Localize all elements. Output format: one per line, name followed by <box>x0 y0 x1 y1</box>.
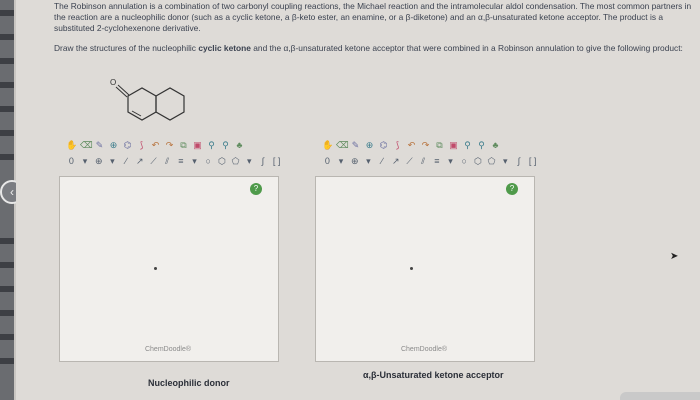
editor-toolbar-bottom: 0 ▾ ⊕ ▾ ∕ ↗ ⟋ ⫽ ≡ ▾ ○ ⬡ ⬠ ▾ ∫ [ ] <box>56 154 282 168</box>
lasso-icon[interactable]: ⟆ <box>392 140 403 151</box>
bracket-icon[interactable]: [ ] <box>527 156 538 167</box>
ring-3-icon[interactable]: ○ <box>459 156 470 167</box>
editor-toolbar-bottom: 0 ▾ ⊕ ▾ ∕ ↗ ⟋ ⫽ ≡ ▾ ○ ⬡ ⬠ ▾ ∫ [ ] <box>312 154 538 168</box>
bond-menu-icon[interactable]: ▾ <box>189 156 200 167</box>
zoom-icon[interactable]: ⚲ <box>206 140 217 151</box>
canvas-center-dot <box>154 267 157 270</box>
bond-menu-icon[interactable]: ▾ <box>445 156 456 167</box>
chemdoodle-editor-donor: ✋ ⌫ ✎ ⊕ ⌬ ⟆ ↶ ↷ ⧉ ▣ ⚲ ⚲ ♣ 0 ▾ ⊕ ▾ ∕ ↗ ⟋ … <box>56 134 282 366</box>
charge-menu-icon[interactable]: ▾ <box>363 156 374 167</box>
ring-5-icon[interactable]: ⬠ <box>230 156 241 167</box>
instruction-text-end: and the α,β-unsaturated ketone acceptor … <box>250 43 683 53</box>
question-page: The Robinson annulation is a combination… <box>16 0 700 400</box>
copy-icon[interactable]: ⧉ <box>178 140 189 151</box>
eraser-icon[interactable]: ⌫ <box>336 140 349 151</box>
ring-6-icon[interactable]: ⬡ <box>473 156 484 167</box>
zoom-in-icon[interactable]: ⊕ <box>108 140 119 151</box>
sidebar-tick[interactable] <box>0 238 14 244</box>
lasso-icon[interactable]: ⟆ <box>136 140 147 151</box>
sidebar-tick[interactable] <box>0 358 14 364</box>
clean-icon[interactable]: ♣ <box>490 140 501 151</box>
sidebar-tick[interactable] <box>0 310 14 316</box>
sidebar-tick[interactable] <box>0 334 14 340</box>
sidebar-tick[interactable] <box>0 130 14 136</box>
drawing-canvas[interactable]: ? ChemDoodle® <box>59 176 279 362</box>
instruction-text-start: Draw the structures of the nucleophilic <box>54 43 199 53</box>
charge-menu-icon[interactable]: ▾ <box>107 156 118 167</box>
zoom-icon[interactable]: ⚲ <box>462 140 473 151</box>
chemdoodle-watermark: ChemDoodle® <box>400 346 447 353</box>
wedge-bond-icon[interactable]: ⟋ <box>404 156 415 167</box>
chain-icon[interactable]: ∫ <box>258 156 269 167</box>
chain-icon[interactable]: ∫ <box>514 156 525 167</box>
help-button[interactable]: ? <box>506 183 518 195</box>
zoom-in-icon[interactable]: ⊕ <box>364 140 375 151</box>
paste-icon[interactable]: ▣ <box>192 140 203 151</box>
product-structure: O <box>110 78 185 121</box>
ring-6-icon[interactable]: ⬡ <box>217 156 228 167</box>
editor-toolbar-top: ✋ ⌫ ✎ ⊕ ⌬ ⟆ ↶ ↷ ⧉ ▣ ⚲ ⚲ ♣ <box>56 138 282 152</box>
charge-dropdown-icon[interactable]: ▾ <box>336 156 347 167</box>
ring-3-icon[interactable]: ○ <box>203 156 214 167</box>
editor-toolbar-top: ✋ ⌫ ✎ ⊕ ⌬ ⟆ ↶ ↷ ⧉ ▣ ⚲ ⚲ ♣ <box>312 138 538 152</box>
undo-icon[interactable]: ↶ <box>150 140 161 151</box>
template-icon[interactable]: ⌬ <box>122 140 133 151</box>
sidebar-tick[interactable] <box>0 154 14 160</box>
product-oxygen-label: O <box>110 78 116 87</box>
charge-dropdown-icon[interactable]: ▾ <box>80 156 91 167</box>
sidebar-tick[interactable] <box>0 10 14 16</box>
ring-menu-icon[interactable]: ▾ <box>244 156 255 167</box>
help-button[interactable]: ? <box>250 183 262 195</box>
charge-selector[interactable]: 0 <box>322 156 333 167</box>
add-charge-icon[interactable]: ⊕ <box>349 156 360 167</box>
corner-widget[interactable] <box>620 392 700 400</box>
double-bond-icon[interactable]: ⫽ <box>162 156 173 167</box>
zoom-out-icon[interactable]: ⚲ <box>476 140 487 151</box>
pencil-icon[interactable]: ✎ <box>94 140 105 151</box>
sidebar-tick[interactable] <box>0 106 14 112</box>
drawing-canvas[interactable]: ? ChemDoodle® <box>315 176 535 362</box>
single-bond-icon[interactable]: ∕ <box>121 156 132 167</box>
bracket-icon[interactable]: [ ] <box>271 156 282 167</box>
ring-menu-icon[interactable]: ▾ <box>500 156 511 167</box>
pencil-icon[interactable]: ✎ <box>350 140 361 151</box>
arrow-bond-icon[interactable]: ↗ <box>390 156 401 167</box>
chemdoodle-editor-acceptor: ✋ ⌫ ✎ ⊕ ⌬ ⟆ ↶ ↷ ⧉ ▣ ⚲ ⚲ ♣ 0 ▾ ⊕ ▾ ∕ ↗ ⟋ … <box>312 134 538 366</box>
instruction-bold-text: cyclic ketone <box>198 43 251 53</box>
sidebar-tick[interactable] <box>0 58 14 64</box>
sidebar-tick[interactable] <box>0 34 14 40</box>
double-bond-icon[interactable]: ⫽ <box>418 156 429 167</box>
wedge-bond-icon[interactable]: ⟋ <box>148 156 159 167</box>
redo-icon[interactable]: ↷ <box>420 140 431 151</box>
question-paragraph-instructions: Draw the structures of the nucleophilic … <box>54 43 700 54</box>
template-icon[interactable]: ⌬ <box>378 140 389 151</box>
zoom-out-icon[interactable]: ⚲ <box>220 140 231 151</box>
sidebar-tick[interactable] <box>0 82 14 88</box>
triple-bond-icon[interactable]: ≡ <box>176 156 187 167</box>
hand-icon[interactable]: ✋ <box>322 140 333 151</box>
single-bond-icon[interactable]: ∕ <box>377 156 388 167</box>
paste-icon[interactable]: ▣ <box>448 140 459 151</box>
sidebar-tick[interactable] <box>0 262 14 268</box>
redo-icon[interactable]: ↷ <box>164 140 175 151</box>
donor-caption: Nucleophilic donor <box>148 378 230 388</box>
sidebar-tick[interactable] <box>0 286 14 292</box>
triple-bond-icon[interactable]: ≡ <box>432 156 443 167</box>
clean-icon[interactable]: ♣ <box>234 140 245 151</box>
question-paragraph-intro: The Robinson annulation is a combination… <box>54 1 692 33</box>
ring-5-icon[interactable]: ⬠ <box>486 156 497 167</box>
eraser-icon[interactable]: ⌫ <box>80 140 93 151</box>
charge-selector[interactable]: 0 <box>66 156 77 167</box>
copy-icon[interactable]: ⧉ <box>434 140 445 151</box>
hand-icon[interactable]: ✋ <box>66 140 77 151</box>
mouse-cursor-icon: ➤ <box>670 251 679 262</box>
acceptor-caption: α,β-Unsaturated ketone acceptor <box>363 370 504 380</box>
canvas-center-dot <box>410 267 413 270</box>
chemdoodle-watermark: ChemDoodle® <box>144 346 191 353</box>
arrow-bond-icon[interactable]: ↗ <box>134 156 145 167</box>
add-charge-icon[interactable]: ⊕ <box>93 156 104 167</box>
undo-icon[interactable]: ↶ <box>406 140 417 151</box>
